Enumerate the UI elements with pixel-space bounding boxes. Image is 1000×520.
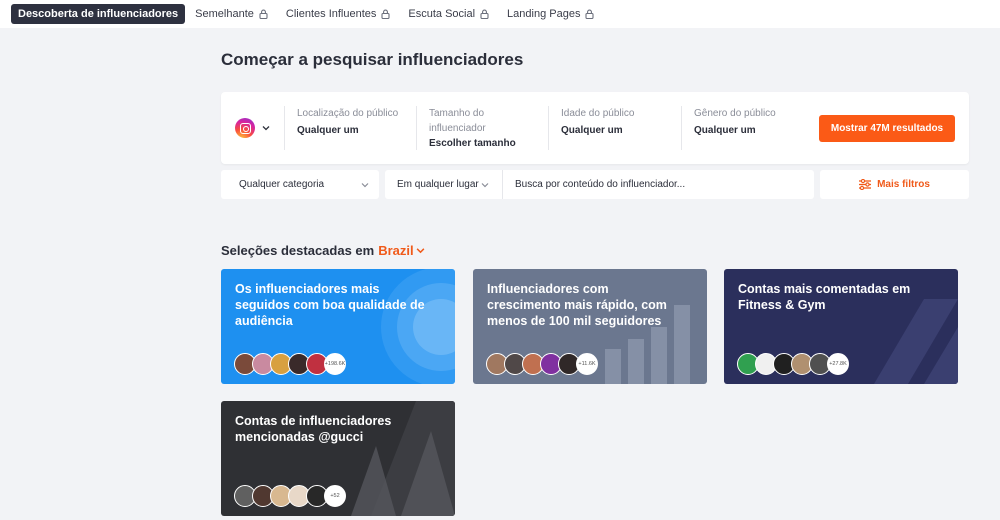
avatar-group: +27.8K: [737, 353, 849, 375]
card-title: Influenciadores com crescimento mais ráp…: [487, 282, 667, 328]
avatar-group: +11.6K: [486, 353, 598, 375]
tab-label: Clientes Influentes: [285, 8, 377, 20]
filter-value: Qualquer um: [694, 125, 756, 136]
search-placeholder: Busca por conteúdo do influenciador...: [515, 179, 686, 190]
chevron-down-icon[interactable]: [416, 246, 425, 255]
avatar-group: +52: [234, 485, 346, 507]
follower-count-badge: +11.6K: [576, 353, 598, 375]
chevron-down-icon: [361, 183, 369, 188]
filter-sliders-icon: [859, 179, 872, 190]
chevron-down-icon: [262, 126, 270, 131]
show-results-button[interactable]: Mostrar 47M resultados: [819, 115, 955, 142]
filter-label: Idade do público: [561, 108, 635, 119]
lock-icon: [259, 9, 268, 19]
tab-influencer-discovery[interactable]: Descoberta de influenciadores: [11, 4, 186, 24]
tab-label: Semelhante: [195, 8, 254, 20]
follower-count-badge: +52: [324, 485, 346, 507]
filter-card: Localização do público Qualquer um Taman…: [221, 92, 969, 164]
tab-landing-pages[interactable]: Landing Pages: [499, 4, 602, 24]
audience-location-filter[interactable]: Localização do público Qualquer um: [284, 106, 416, 150]
filter-label: Tamanho do: [429, 108, 485, 119]
country-selector[interactable]: Brazil: [378, 243, 413, 258]
filter-label: Gênero do público: [694, 108, 776, 119]
filter-value: Escolher tamanho: [429, 138, 516, 149]
location-dropdown[interactable]: Em qualquer lugar: [385, 170, 502, 199]
category-dropdown[interactable]: Qualquer categoria: [221, 170, 379, 199]
more-filters-button[interactable]: Mais filtros: [820, 170, 969, 199]
filter-value: Qualquer um: [561, 125, 623, 136]
filter-value: Qualquer um: [297, 125, 359, 136]
featured-card-gucci-mentions[interactable]: Contas de influenciadores mencionadas @g…: [221, 401, 455, 516]
card-title: Contas mais comentadas em Fitness & Gym: [738, 282, 911, 312]
card-title: Contas de influenciadores mencionadas @g…: [235, 414, 392, 444]
featured-section-title: Seleções destacadas em Brazil: [221, 243, 425, 258]
tab-influential-clients[interactable]: Clientes Influentes: [278, 4, 399, 24]
top-navigation: Descoberta de influenciadores Semelhante…: [0, 0, 1000, 28]
content-search-input[interactable]: Busca por conteúdo do influenciador...: [502, 170, 814, 199]
page-title: Começar a pesquisar influenciadores: [221, 50, 524, 69]
platform-selector[interactable]: [235, 118, 277, 138]
tab-label: Escuta Social: [408, 8, 476, 20]
audience-gender-filter[interactable]: Gênero do público Qualquer um: [681, 106, 813, 150]
tab-label: Landing Pages: [507, 8, 581, 20]
category-value: Qualquer categoria: [239, 179, 325, 190]
tab-label: Descoberta de influenciadores: [18, 8, 179, 20]
filter-label: Localização do público: [297, 108, 399, 119]
location-value: Em qualquer lugar: [397, 179, 479, 190]
lock-icon: [480, 9, 489, 19]
influencer-size-filter[interactable]: Tamanho do influenciador Escolher tamanh…: [416, 106, 548, 150]
follower-count-badge: +27.8K: [827, 353, 849, 375]
card-title: Os influenciadores mais seguidos com boa…: [235, 282, 425, 328]
avatar-group: +198.6K: [234, 353, 346, 375]
filter-label: influenciador: [429, 123, 486, 134]
featured-title-text: Seleções destacadas em: [221, 243, 375, 258]
more-filters-label: Mais filtros: [877, 179, 930, 190]
lock-icon: [585, 9, 595, 19]
featured-card-fastest-growing[interactable]: Influenciadores com crescimento mais ráp…: [473, 269, 707, 384]
lock-icon: [381, 9, 390, 19]
tab-lookalike[interactable]: Semelhante: [187, 4, 276, 24]
instagram-icon: [235, 118, 255, 138]
tab-social-listening[interactable]: Escuta Social: [400, 4, 497, 24]
featured-card-fitness-gym[interactable]: Contas mais comentadas em Fitness & Gym …: [724, 269, 958, 384]
featured-card-most-followed[interactable]: Os influenciadores mais seguidos com boa…: [221, 269, 455, 384]
chevron-down-icon: [481, 183, 489, 188]
follower-count-badge: +198.6K: [324, 353, 346, 375]
audience-age-filter[interactable]: Idade do público Qualquer um: [548, 106, 680, 150]
